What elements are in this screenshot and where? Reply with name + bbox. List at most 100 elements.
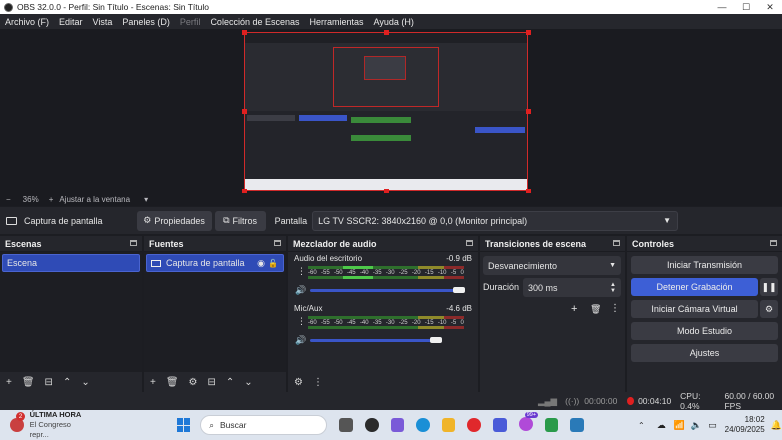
trash-icon[interactable]: 🗑 (166, 377, 179, 388)
discord-icon[interactable] (493, 418, 507, 432)
add-icon[interactable]: + (150, 377, 156, 388)
chevron-up-icon[interactable]: ⌃ (638, 421, 645, 430)
resize-handle[interactable] (384, 30, 389, 35)
speaker-icon[interactable]: 🔊 (295, 335, 306, 346)
dock-icon[interactable] (466, 240, 473, 246)
news-widget[interactable]: ÚLTIMA HORA El Congreso repr... (30, 410, 91, 440)
preview-canvas[interactable] (244, 32, 528, 191)
mixer-header: Mezclador de audio (288, 236, 478, 252)
properties-button[interactable]: ⚙ Propiedades (136, 210, 212, 231)
file-explorer-icon[interactable] (441, 418, 456, 432)
kebab-menu-icon[interactable]: ⋮ (610, 303, 620, 314)
track-db: -0.9 dB (446, 254, 472, 263)
virtual-camera-settings-button[interactable]: ⚙ (760, 300, 778, 318)
stop-recording-button[interactable]: Detener Grabación (631, 278, 758, 296)
speaker-icon[interactable]: 🔊 (295, 285, 306, 296)
chevron-down-icon[interactable]: ▾ (144, 195, 148, 204)
screen-select[interactable]: LG TV SSCR2: 3840x2160 @ 0,0 (Monitor pr… (312, 210, 679, 231)
source-item[interactable]: Captura de pantalla ◉ 🔓 (146, 254, 284, 272)
scale-label: -45 (346, 320, 356, 326)
news-widget-icon[interactable]: 2 (10, 412, 25, 432)
obs-taskbar-icon[interactable] (364, 418, 379, 432)
filter-icon[interactable]: ⊟ (208, 377, 216, 388)
trash-icon[interactable]: 🗑 (590, 304, 601, 315)
menu-profile[interactable]: Perfil (175, 17, 206, 27)
search-placeholder: Buscar (220, 420, 247, 430)
start-stream-button[interactable]: Iniciar Transmisión (631, 256, 778, 274)
utorrent-icon[interactable] (544, 418, 559, 432)
chevron-up-icon[interactable]: ⌃ (226, 377, 234, 388)
kebab-menu-icon[interactable]: ⋮ (297, 266, 306, 277)
menu-view[interactable]: Vista (88, 17, 118, 27)
studio-mode-button[interactable]: Modo Estudio (631, 322, 778, 340)
resize-handle[interactable] (242, 30, 247, 35)
dock-icon[interactable] (274, 240, 281, 246)
chevron-up-icon[interactable]: ⌃ (63, 377, 71, 388)
dock-icon[interactable] (770, 240, 777, 246)
copilot-icon[interactable] (390, 418, 405, 432)
settings-button[interactable]: Ajustes (631, 344, 778, 362)
filters-button[interactable]: ⧉ Filtros (214, 210, 266, 231)
app-icon[interactable] (570, 418, 584, 432)
kebab-menu-icon[interactable]: ⋮ (313, 377, 323, 388)
zoom-out-button[interactable]: − (6, 195, 11, 204)
spin-arrows-icon[interactable]: ▲ ▼ (610, 282, 616, 294)
menu-edit[interactable]: Editar (54, 17, 88, 27)
dock-icon[interactable] (613, 240, 620, 246)
menu-scene-collection[interactable]: Colección de Escenas (205, 17, 304, 27)
resize-handle[interactable] (526, 109, 531, 114)
menu-bar: Archivo (F) Editar Vista Paneles (D) Per… (0, 14, 782, 29)
cloud-icon[interactable]: ☁ (657, 420, 666, 431)
cpu-usage: CPU: 0.4% (680, 391, 701, 411)
scale-label: -10 (437, 320, 447, 326)
menu-file[interactable]: Archivo (F) (0, 17, 54, 27)
opera-icon[interactable] (467, 418, 482, 432)
lock-icon[interactable]: 🔓 (268, 259, 278, 268)
volume-slider-knob[interactable] (453, 287, 465, 293)
chevron-down-icon[interactable]: ⌄ (81, 377, 89, 388)
messenger-taskbar-button[interactable]: 99+ (513, 412, 539, 433)
maximize-button[interactable]: ☐ (734, 2, 758, 13)
volume-slider[interactable] (310, 339, 442, 342)
zoom-fit-dropdown[interactable]: Ajustar a la ventana (59, 195, 130, 204)
menu-docks[interactable]: Paneles (D) (117, 17, 175, 27)
gear-icon[interactable]: ⚙ (189, 377, 198, 388)
resize-handle[interactable] (526, 30, 531, 35)
scale-label: -55 (320, 270, 330, 276)
resize-handle[interactable] (242, 109, 247, 114)
menu-tools[interactable]: Herramientas (305, 17, 369, 27)
chevron-down-icon[interactable]: ⌄ (244, 377, 252, 388)
add-icon[interactable]: + (6, 377, 12, 388)
notifications-bell-icon[interactable]: 🔔 (771, 420, 782, 431)
close-button[interactable]: ✕ (758, 2, 782, 13)
fps-counter: 60.00 / 60.00 FPS (724, 391, 775, 411)
virtual-camera-button[interactable]: Iniciar Cámara Virtual (631, 300, 758, 318)
pause-recording-button[interactable]: ❚❚ (760, 278, 778, 296)
task-view-icon[interactable] (339, 418, 353, 432)
trash-icon[interactable]: 🗑 (22, 377, 35, 388)
menu-help[interactable]: Ayuda (H) (369, 17, 419, 27)
eye-icon[interactable]: ◉ (257, 258, 265, 269)
nested-preview-inner (364, 56, 406, 80)
kebab-menu-icon[interactable]: ⋮ (297, 316, 306, 327)
volume-slider[interactable] (310, 289, 464, 292)
transition-select[interactable]: Desvanecimiento ▼ (483, 256, 621, 275)
dock-icon[interactable] (130, 240, 137, 246)
add-icon[interactable]: + (571, 303, 577, 315)
filter-icon[interactable]: ⊟ (45, 377, 53, 388)
battery-icon[interactable]: ▭ (708, 420, 717, 431)
scene-item[interactable]: Escena (2, 254, 140, 272)
taskbar-search[interactable]: ⌕ Buscar (200, 415, 328, 435)
advanced-audio-icon[interactable]: ⚙ (294, 377, 303, 388)
wifi-icon[interactable]: 📶 (674, 420, 685, 431)
duration-spinbox[interactable]: 300 ms ▲ ▼ (523, 278, 621, 297)
edge-icon[interactable] (416, 418, 430, 432)
zoom-in-button[interactable]: + (49, 195, 54, 204)
clock[interactable]: 18:02 24/09/2025 (725, 415, 765, 435)
windows-start-icon[interactable] (176, 418, 191, 432)
minimize-button[interactable]: — (710, 2, 734, 13)
volume-slider-knob[interactable] (430, 337, 442, 343)
audio-meter-red (444, 316, 464, 319)
source-toolbar: Captura de pantalla ⚙ Propiedades ⧉ Filt… (0, 207, 782, 234)
volume-icon[interactable]: 🔈 (691, 420, 702, 431)
